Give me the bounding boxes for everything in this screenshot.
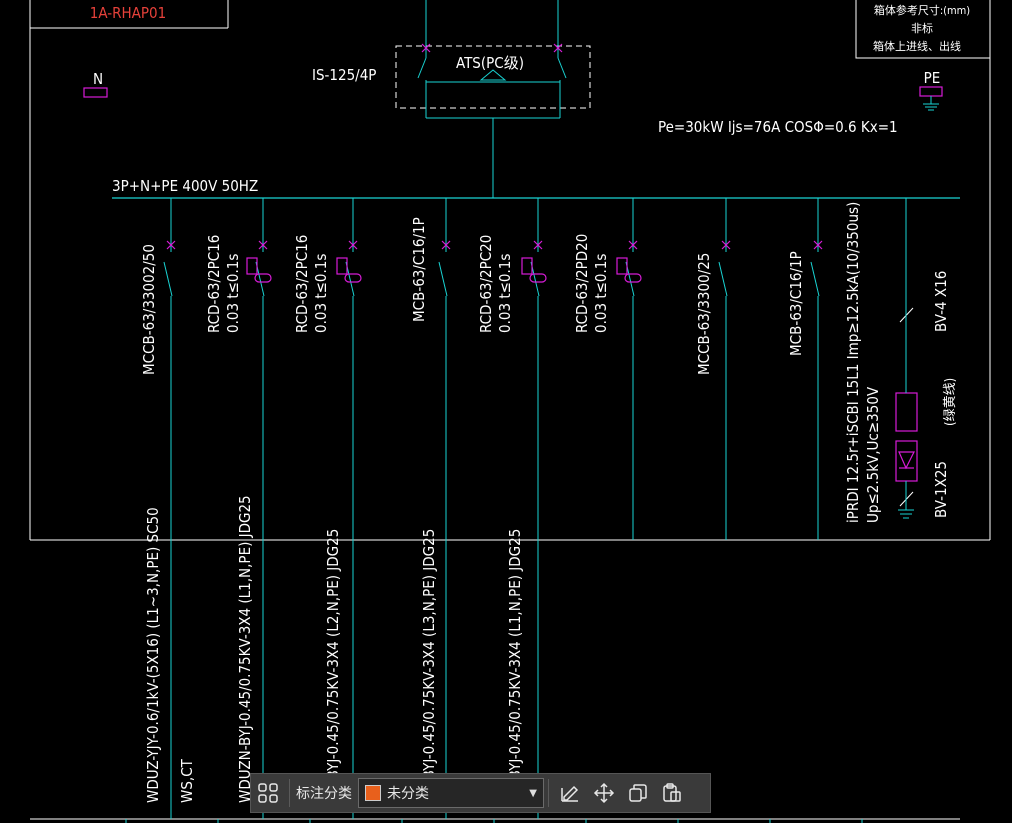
category-select[interactable]: 未分类 ▼ <box>358 778 544 808</box>
note-line-3: 箱体上进线、出线 <box>873 39 961 53</box>
breaker-2-trip: 0.03 t≤0.1s <box>224 254 242 333</box>
edit-icon[interactable] <box>553 775 587 811</box>
spd-rating: Up≤2.5kV,Uc≥350V <box>864 386 882 523</box>
breaker-4-label: MCB-63/C16/1P <box>410 217 428 322</box>
breaker-2-rcd-coil <box>254 273 272 283</box>
spd-wire-top: BV-4 X16 <box>932 271 950 332</box>
schematic-canvas: 1A-RHAP01 箱体参考尺寸:(mm) 非标 箱体上进线、出线 N PE I… <box>29 0 991 823</box>
breaker-2-label: RCD-63/2PC16 <box>205 235 223 333</box>
feeder-8-blade <box>810 261 820 297</box>
bus-label: 3P+N+PE 400V 50HZ <box>112 177 258 195</box>
breaker-5-rcd-box <box>521 257 533 275</box>
toolbar-divider <box>289 779 290 807</box>
neutral-label: N <box>93 70 103 88</box>
chevron-down-icon: ▼ <box>529 787 537 799</box>
busbar: 3P+N+PE 400V 50HZ <box>112 177 960 199</box>
panel-title-box: 1A-RHAP01 <box>29 0 229 29</box>
load-info: Pe=30kW Ijs=76A COSΦ=0.6 Kx=1 <box>658 118 898 136</box>
cable-3-label: ZN-BYJ-0.45/0.75KV-3X4 (L2,N,PE) JDG25 <box>324 529 342 803</box>
breaker-5-label: RCD-63/2PC20 <box>477 235 495 333</box>
breaker-6-rcd-box <box>616 257 628 275</box>
breaker-6-trip: 0.03 t≤0.1s <box>592 254 610 333</box>
category-select-value: 未分类 <box>387 786 429 802</box>
cable-1-route: WS,CT <box>178 758 196 803</box>
breaker-3-label: RCD-63/2PC16 <box>293 235 311 333</box>
panel-id: 1A-RHAP01 <box>90 4 166 22</box>
spd-wire-bottom: BV-1X25 <box>932 461 950 518</box>
cable-5-label: ZN-BYJ-0.45/0.75KV-3X4 (L1,N,PE) JDG25 <box>506 529 524 803</box>
top-right-note-box: 箱体参考尺寸:(mm) 非标 箱体上进线、出线 <box>855 0 991 59</box>
breaker-3-trip: 0.03 t≤0.1s <box>312 254 330 333</box>
note-line-1: 箱体参考尺寸:(mm) <box>874 3 970 17</box>
surge-protector: iPRDI 12.5r+iSCBI 15L1 Imp≥12.5kA(10/350… <box>844 198 958 523</box>
grid-apps-icon[interactable] <box>251 775 285 811</box>
feeder-7-blade <box>718 261 728 297</box>
breaker-2-rcd-box <box>246 257 258 275</box>
feeder-4-blade <box>438 261 448 297</box>
spd-wire-note: (绿黄线) <box>943 378 958 426</box>
category-color-swatch <box>365 785 381 801</box>
toolbar-divider <box>548 779 549 807</box>
move-icon[interactable] <box>587 775 621 811</box>
cable-1-label: WDUZ-YJY-0.6/1kV-(5X16) (L1~3,N,PE) SC50 <box>144 507 162 803</box>
feeder-1-blade <box>163 261 173 297</box>
breaker-5-rcd-coil <box>529 273 547 283</box>
breaker-3-rcd-coil <box>344 273 362 283</box>
pe-label: PE <box>924 69 941 87</box>
breaker-1-label: MCCB-63/33002/50 <box>140 244 158 375</box>
note-line-2: 非标 <box>911 21 933 35</box>
breaker-6-rcd-coil <box>624 273 642 283</box>
breaker-7-label: MCCB-63/3300/25 <box>695 253 713 375</box>
category-label: 标注分类 <box>296 786 352 802</box>
feeder-circuits: MCCB-63/33002/50 RCD-63/2PC16 0.03 t≤0.1… <box>140 198 823 819</box>
cable-4-label: ZN-BYJ-0.45/0.75KV-3X4 (L3,N,PE) JDG25 <box>420 529 438 803</box>
cable-2-label: WDUZN-BYJ-0.45/0.75KV-3X4 (L1,N,PE) JDG2… <box>236 495 254 803</box>
copy-icon[interactable] <box>621 775 655 811</box>
ats-label: ATS(PC级) <box>456 54 524 72</box>
pe-terminal: PE <box>919 69 943 111</box>
annotation-toolbar: 标注分类 未分类 ▼ <box>250 773 711 813</box>
ats-switch-assembly: IS-125/4P ATS(PC级) <box>312 0 591 198</box>
isolator-label: IS-125/4P <box>312 66 376 84</box>
breaker-5-trip: 0.03 t≤0.1s <box>496 254 514 333</box>
breaker-3-rcd-box <box>336 257 348 275</box>
spd-model: iPRDI 12.5r+iSCBI 15L1 Imp≥12.5kA(10/350… <box>844 202 862 523</box>
neutral-terminal: N <box>83 70 108 98</box>
breaker-8-label: MCB-63/C16/1P <box>787 251 805 356</box>
bottom-table-ticks <box>125 819 863 823</box>
breaker-6-label: RCD-63/2PD20 <box>573 234 591 333</box>
paste-icon[interactable] <box>655 775 689 811</box>
